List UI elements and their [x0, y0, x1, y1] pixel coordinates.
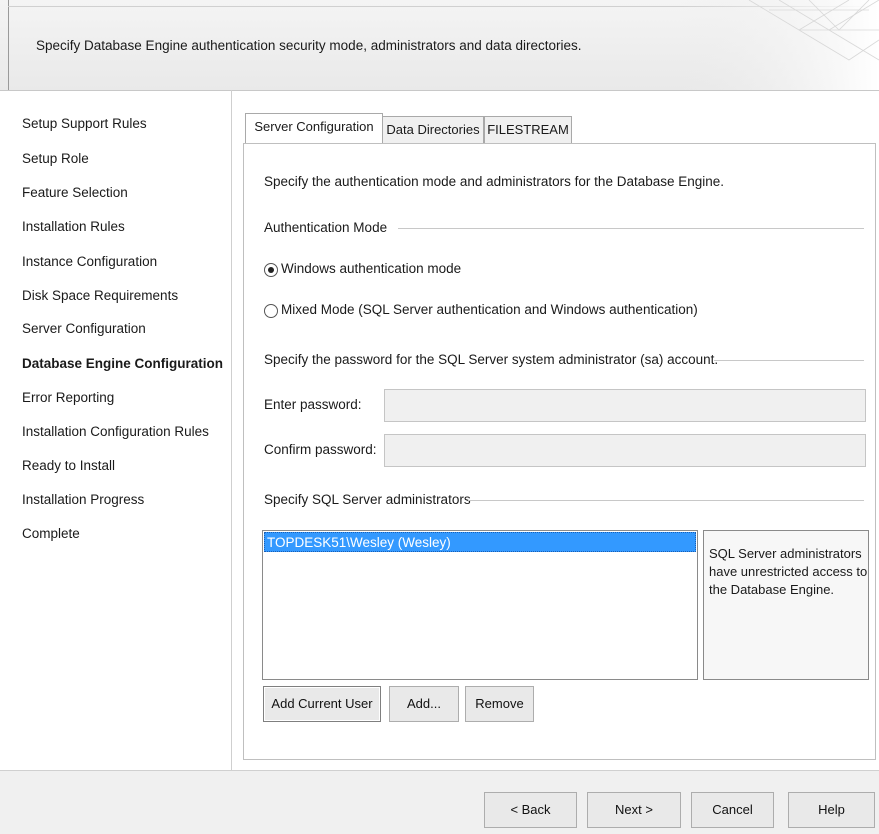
nav-item-setup-support-rules[interactable]: Setup Support Rules	[22, 116, 147, 131]
tab-filestream[interactable]: FILESTREAM	[484, 116, 572, 143]
sa-password-group-label: Specify the password for the SQL Server …	[264, 352, 719, 367]
admins-group-line	[468, 500, 864, 501]
confirm-password-label: Confirm password:	[264, 442, 377, 457]
enter-password-label: Enter password:	[264, 397, 362, 412]
nav-item-disk-space-requirements[interactable]: Disk Space Requirements	[22, 288, 178, 303]
enter-password-field[interactable]	[384, 389, 866, 422]
header-decoration-graphic	[679, 0, 879, 90]
mixed-mode-label[interactable]: Mixed Mode (SQL Server authentication an…	[281, 302, 698, 317]
header-description: Specify Database Engine authentication s…	[36, 38, 582, 53]
sa-password-group-line	[714, 360, 864, 361]
nav-item-complete[interactable]: Complete	[22, 526, 80, 541]
admin-entry: TOPDESK51\Wesley (Wesley)	[267, 535, 451, 550]
back-button[interactable]: < Back	[484, 792, 577, 828]
nav-item-installation-configuration-rules[interactable]: Installation Configuration Rules	[22, 424, 209, 439]
cancel-button[interactable]: Cancel	[691, 792, 774, 828]
header-left-border	[8, 0, 9, 90]
nav-item-ready-to-install[interactable]: Ready to Install	[22, 458, 115, 473]
add-current-user-button[interactable]: Add Current User	[263, 686, 381, 722]
nav-item-feature-selection[interactable]: Feature Selection	[22, 185, 128, 200]
windows-auth-radio[interactable]	[264, 263, 278, 277]
radio-selected-dot	[268, 267, 274, 273]
tab-server-configuration[interactable]: Server Configuration	[245, 113, 383, 143]
auth-mode-group-line	[398, 228, 864, 229]
step-navigation: Setup Support Rules Setup Role Feature Sel…	[0, 90, 232, 770]
nav-divider	[231, 90, 232, 770]
intro-text: Specify the authentication mode and admi…	[264, 174, 725, 189]
tab-label: Data Directories	[386, 122, 480, 137]
tab-data-directories[interactable]: Data Directories	[382, 116, 484, 143]
nav-item-database-engine-configuration[interactable]: Database Engine Configuration	[22, 356, 223, 371]
nav-item-instance-configuration[interactable]: Instance Configuration	[22, 254, 157, 269]
nav-item-error-reporting[interactable]: Error Reporting	[22, 390, 114, 405]
nav-item-installation-rules[interactable]: Installation Rules	[22, 219, 125, 234]
header-banner: Specify Database Engine authentication s…	[0, 0, 879, 91]
nav-item-server-configuration[interactable]: Server Configuration	[22, 321, 146, 336]
add-button[interactable]: Add...	[389, 686, 459, 722]
admins-group-label: Specify SQL Server administrators	[264, 492, 471, 507]
mixed-mode-radio[interactable]	[264, 304, 278, 318]
nav-item-installation-progress[interactable]: Installation Progress	[22, 492, 144, 507]
help-button[interactable]: Help	[788, 792, 875, 828]
admins-info-box: SQL Server administrators have unrestric…	[703, 530, 869, 680]
nav-item-setup-role[interactable]: Setup Role	[22, 151, 89, 166]
tab-label: FILESTREAM	[487, 122, 569, 137]
auth-mode-group-label: Authentication Mode	[264, 220, 388, 235]
list-item[interactable]: TOPDESK51\Wesley (Wesley)	[264, 532, 696, 552]
windows-auth-label[interactable]: Windows authentication mode	[281, 261, 461, 276]
remove-button[interactable]: Remove	[465, 686, 534, 722]
next-button[interactable]: Next >	[587, 792, 681, 828]
admins-listbox[interactable]: TOPDESK51\Wesley (Wesley)	[262, 530, 698, 680]
tab-label: Server Configuration	[254, 119, 374, 134]
confirm-password-field[interactable]	[384, 434, 866, 467]
admins-info-text: SQL Server administrators have unrestric…	[709, 546, 868, 597]
